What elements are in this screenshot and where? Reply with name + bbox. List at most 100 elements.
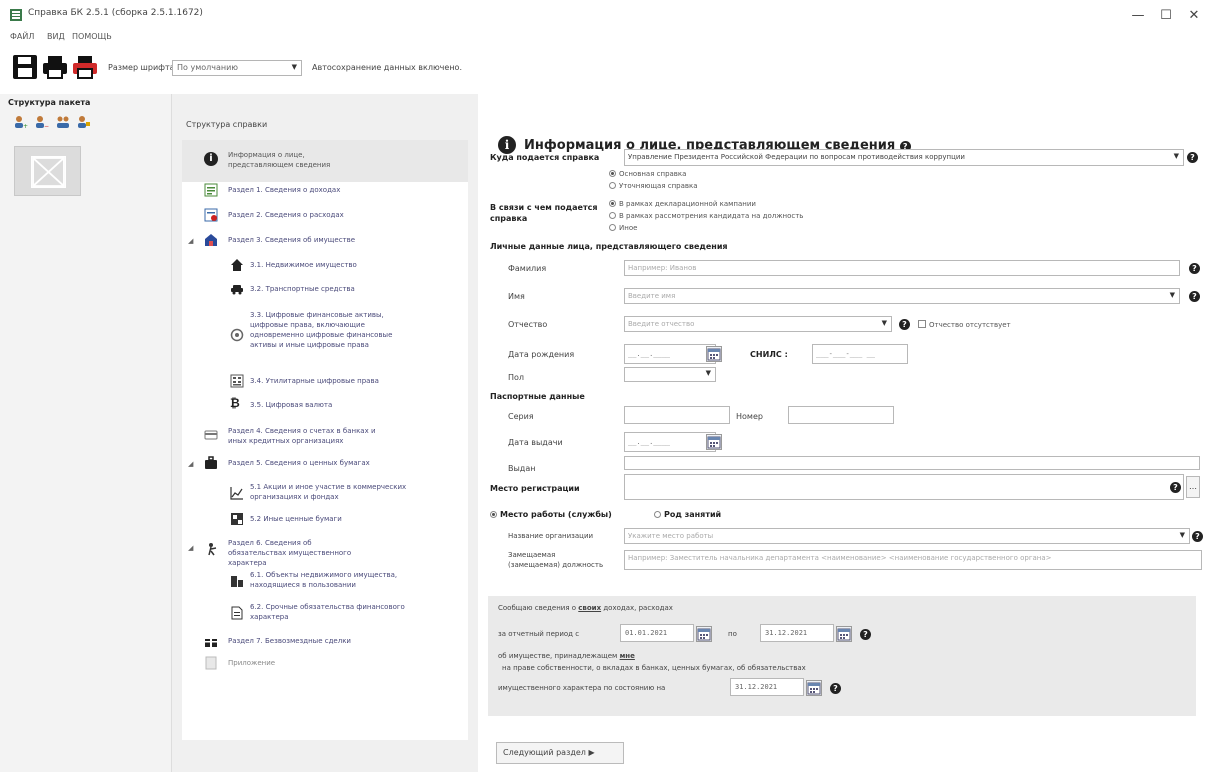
tree-item-label: 5.1 Акции и иное участие в коммерческих …: [250, 483, 407, 501]
package-structure-title: Структура пакета: [8, 98, 91, 107]
menu-help[interactable]: ПОМОЩЬ: [72, 32, 112, 41]
asof-date-input[interactable]: 31.12.2021: [730, 678, 804, 696]
org-label: Название организации: [508, 532, 594, 540]
issued-by-input[interactable]: [624, 456, 1200, 470]
tree-item-section-6[interactable]: Раздел 6. Сведения об обязательствах иму…: [204, 538, 454, 567]
calendar-icon[interactable]: [696, 626, 712, 642]
tree-item-5-1[interactable]: 5.1 Акции и иное участие в коммерческих …: [230, 482, 460, 506]
copy-person-icon[interactable]: [56, 116, 70, 128]
print-all-icon[interactable]: [72, 54, 98, 80]
collapse-triangle-icon[interactable]: ◢: [188, 460, 193, 468]
chevron-down-icon: ▼: [705, 369, 711, 377]
maximize-button[interactable]: ☐: [1152, 6, 1180, 26]
sex-label: Пол: [508, 373, 525, 382]
income-icon: [204, 183, 218, 197]
print-icon[interactable]: [42, 54, 68, 80]
snils-mask: ___-___-___ __: [816, 350, 876, 358]
tree-item-3-3[interactable]: 3.3. Цифровые финансовые активы, цифровы…: [230, 310, 460, 362]
reporting-period-section: Сообщаю сведения о своих доходах, расход…: [488, 596, 1196, 716]
tree-item-label: Раздел 7. Безвозмездные сделки: [228, 637, 351, 645]
close-button[interactable]: ✕: [1180, 6, 1208, 26]
chevron-down-icon: ▼: [881, 319, 887, 327]
gift-icon: [205, 636, 217, 647]
radio-label: Место работы (службы): [500, 510, 612, 519]
help-icon[interactable]: ?: [1170, 482, 1181, 493]
title-bar: Справка БК 2.5.1 (сборка 2.5.1.1672) — ☐…: [0, 0, 1213, 30]
tree-item-label: 3.1. Недвижимое имущество: [250, 261, 357, 269]
package-structure-panel: Структура пакета + −: [0, 94, 172, 772]
minimize-button[interactable]: —: [1124, 6, 1152, 26]
radio-label: В рамках декларационной кампании: [619, 200, 756, 208]
calendar-icon[interactable]: [706, 434, 722, 450]
org-input[interactable]: Укажите место работы ▼: [624, 528, 1190, 544]
info-icon: i: [204, 152, 218, 166]
position-input[interactable]: Например: Заместитель начальника департа…: [624, 550, 1202, 570]
radio-other[interactable]: Иное: [609, 224, 637, 232]
help-icon[interactable]: ?: [860, 629, 871, 640]
checkbox-box: [918, 320, 926, 328]
add-person-icon[interactable]: +: [14, 116, 28, 130]
tree-item-label: Раздел 2. Сведения о расходах: [228, 211, 344, 219]
menu-file[interactable]: ФАЙЛ: [10, 32, 34, 41]
save-icon[interactable]: [12, 54, 38, 80]
info-icon: i: [498, 136, 516, 154]
number-input[interactable]: [788, 406, 894, 424]
report-structure-title: Структура справки: [186, 120, 268, 129]
help-icon[interactable]: ?: [1187, 152, 1198, 163]
chevron-down-icon: ▼: [1173, 152, 1179, 160]
series-input[interactable]: [624, 406, 730, 424]
radio-label: Иное: [619, 224, 638, 232]
surname-input[interactable]: Например: Иванов: [624, 260, 1180, 276]
radio-workplace[interactable]: Место работы (службы): [490, 510, 612, 519]
patronymic-input[interactable]: Введите отчество ▼: [624, 316, 892, 332]
radio-clarifying-report[interactable]: Уточняющая справка: [609, 182, 698, 190]
radio-declaration-campaign[interactable]: В рамках декларационной кампании: [609, 200, 756, 208]
tree-item-label: Приложение: [228, 659, 276, 667]
sex-select[interactable]: ▼: [624, 367, 716, 382]
period-to-input[interactable]: 31.12.2021: [760, 624, 834, 642]
attachment-icon: [205, 656, 217, 670]
org-placeholder: Укажите место работы: [628, 532, 714, 540]
surname-label: Фамилия: [508, 264, 547, 273]
registration-more-button[interactable]: …: [1186, 476, 1200, 498]
help-icon[interactable]: ?: [899, 319, 910, 330]
name-input[interactable]: Введите имя ▼: [624, 288, 1180, 304]
radio-main-report[interactable]: Основная справка: [609, 170, 686, 178]
snils-input[interactable]: ___-___-___ __: [812, 344, 908, 364]
personal-data-title: Личные данные лица, представляющего свед…: [490, 242, 728, 251]
radio-occupation[interactable]: Род занятий: [654, 510, 721, 519]
period-from-input[interactable]: 01.01.2021: [620, 624, 694, 642]
report-subject-link[interactable]: своих: [578, 604, 601, 612]
issue-date-input[interactable]: __.__.____: [624, 432, 716, 452]
property-owner-link[interactable]: мне: [620, 652, 635, 660]
radio-candidate[interactable]: В рамках рассмотрения кандидата на должн…: [609, 212, 803, 220]
help-icon[interactable]: ?: [830, 683, 841, 694]
where-select[interactable]: Управление Президента Российской Федерац…: [624, 149, 1184, 166]
tree-item-section-4[interactable]: Раздел 4. Сведения о счетах в банках и и…: [204, 426, 454, 450]
document-icon: [231, 606, 243, 620]
collapse-triangle-icon[interactable]: ◢: [188, 544, 193, 552]
collapse-triangle-icon[interactable]: ◢: [188, 237, 193, 245]
document-thumbnail[interactable]: [14, 146, 81, 196]
tree-item-6-2[interactable]: 6.2. Срочные обязательства финансового х…: [230, 602, 460, 626]
registration-input[interactable]: [624, 474, 1184, 500]
remove-person-icon[interactable]: −: [35, 116, 49, 130]
tree-item-6-1[interactable]: 6.1. Объекты недвижимого имущества, нахо…: [230, 570, 460, 594]
patronymic-label: Отчество: [508, 320, 548, 329]
no-patronymic-checkbox[interactable]: Отчество отсутствует: [918, 320, 1011, 329]
menu-view[interactable]: ВИД: [47, 32, 65, 41]
edit-person-icon[interactable]: [77, 116, 91, 128]
calendar-icon[interactable]: [806, 680, 822, 696]
help-icon[interactable]: ?: [1189, 263, 1200, 274]
tree-item-info[interactable]: i Информация о лице, представляющем свед…: [204, 150, 454, 180]
help-icon[interactable]: ?: [1189, 291, 1200, 302]
securities-icon: [231, 513, 243, 525]
help-icon[interactable]: ?: [1192, 531, 1203, 542]
app-icon: [10, 9, 22, 21]
calendar-icon[interactable]: [836, 626, 852, 642]
next-section-button[interactable]: Следующий раздел ▶: [496, 742, 624, 764]
name-placeholder: Введите имя: [628, 292, 676, 300]
calendar-icon[interactable]: [706, 346, 722, 362]
birth-date-input[interactable]: __.__.____: [624, 344, 716, 364]
font-size-select[interactable]: По умолчанию ▼: [172, 60, 302, 76]
